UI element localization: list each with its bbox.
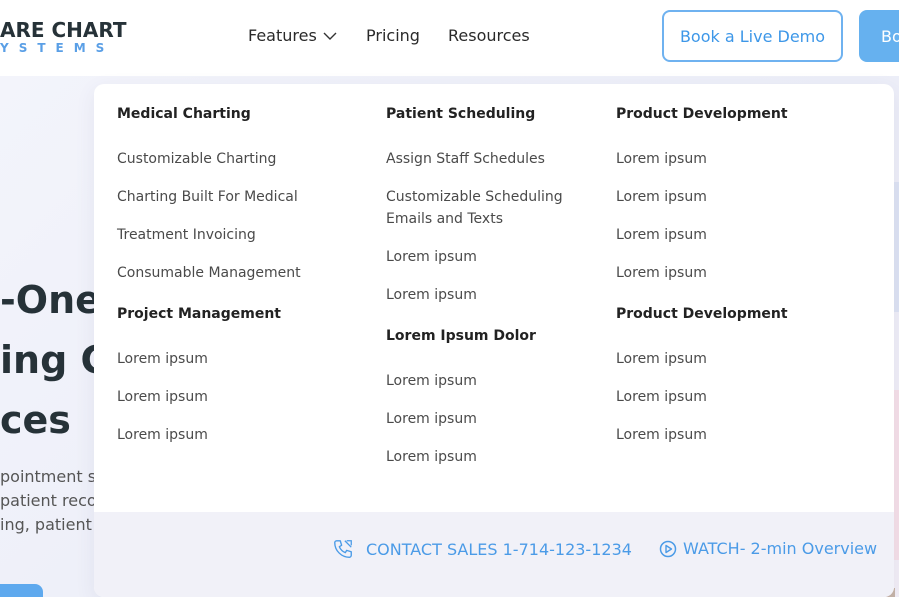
menu-link[interactable]: Lorem ipsum (386, 246, 477, 268)
hero-cta-button[interactable] (0, 584, 43, 597)
menu-link[interactable]: Assign Staff Schedules (386, 148, 545, 170)
phone-icon (334, 540, 352, 558)
nav-features-label: Features (248, 26, 317, 45)
menu-link[interactable]: Customizable Scheduling (386, 186, 563, 208)
hero-title-line-1: -One (0, 278, 101, 322)
menu-link[interactable]: Lorem ipsum (386, 284, 477, 306)
menu-footer: CONTACT SALES 1-714-123-1234 WATCH- 2-mi… (94, 512, 894, 597)
hero-side-card (894, 182, 899, 312)
menu-link[interactable]: Charting Built For Medical (117, 186, 298, 208)
menu-link[interactable]: Lorem ipsum (616, 424, 707, 446)
menu-link[interactable]: Lorem ipsum (117, 424, 208, 446)
contact-sales-link[interactable]: CONTACT SALES 1-714-123-1234 (332, 538, 632, 560)
menu-link[interactable]: Lorem ipsum (616, 186, 707, 208)
menu-heading-product-development-2: Product Development (616, 306, 788, 322)
menu-link[interactable]: Lorem ipsum (616, 348, 707, 370)
features-mega-menu: Medical Charting Customizable Charting C… (94, 84, 894, 597)
hero-title-line-3: ces (0, 398, 71, 442)
site-header: ARE CHART YSTEMS Features Pricing Resour… (0, 0, 899, 76)
hero-description-line-2: patient recor (0, 491, 104, 510)
watch-overview-link[interactable]: WATCH- 2-min Overview (659, 539, 877, 558)
menu-link[interactable]: Lorem ipsum (386, 370, 477, 392)
menu-link[interactable]: Lorem ipsum (117, 348, 208, 370)
menu-link[interactable]: Lorem ipsum (616, 262, 707, 284)
menu-heading-project-management: Project Management (117, 306, 281, 322)
menu-heading-patient-scheduling: Patient Scheduling (386, 106, 536, 122)
menu-link[interactable]: Lorem ipsum (616, 224, 707, 246)
menu-link[interactable]: Lorem ipsum (117, 386, 208, 408)
menu-link[interactable]: Lorem ipsum (616, 386, 707, 408)
menu-link[interactable]: Emails and Texts (386, 208, 503, 230)
menu-link[interactable]: Customizable Charting (117, 148, 276, 170)
menu-link[interactable]: Lorem ipsum (616, 148, 707, 170)
book-button[interactable]: Bo (859, 10, 899, 62)
book-live-demo-button[interactable]: Book a Live Demo (662, 10, 843, 62)
hero-side-image (894, 390, 899, 560)
menu-heading-medical-charting: Medical Charting (117, 106, 251, 122)
hero-description-line-3: ing, patient p (0, 515, 108, 534)
menu-link[interactable]: Consumable Management (117, 262, 301, 284)
logo[interactable]: ARE CHART (0, 18, 127, 42)
menu-heading-product-development: Product Development (616, 106, 788, 122)
nav-features[interactable]: Features (248, 26, 337, 45)
chevron-down-icon (323, 32, 337, 40)
contact-sales-label: CONTACT SALES 1-714-123-1234 (366, 539, 632, 559)
menu-heading-lorem-ipsum-dolor: Lorem Ipsum Dolor (386, 328, 536, 344)
play-circle-icon (659, 540, 677, 557)
menu-link[interactable]: Treatment Invoicing (117, 224, 256, 246)
hero-title-line-2: ing C (0, 338, 109, 382)
nav-pricing[interactable]: Pricing (366, 26, 420, 45)
logo-subtitle: YSTEMS (0, 41, 115, 55)
watch-overview-label: WATCH- 2-min Overview (683, 539, 878, 558)
menu-link[interactable]: Lorem ipsum (386, 446, 477, 468)
menu-link[interactable]: Lorem ipsum (386, 408, 477, 430)
nav-resources[interactable]: Resources (448, 26, 530, 45)
